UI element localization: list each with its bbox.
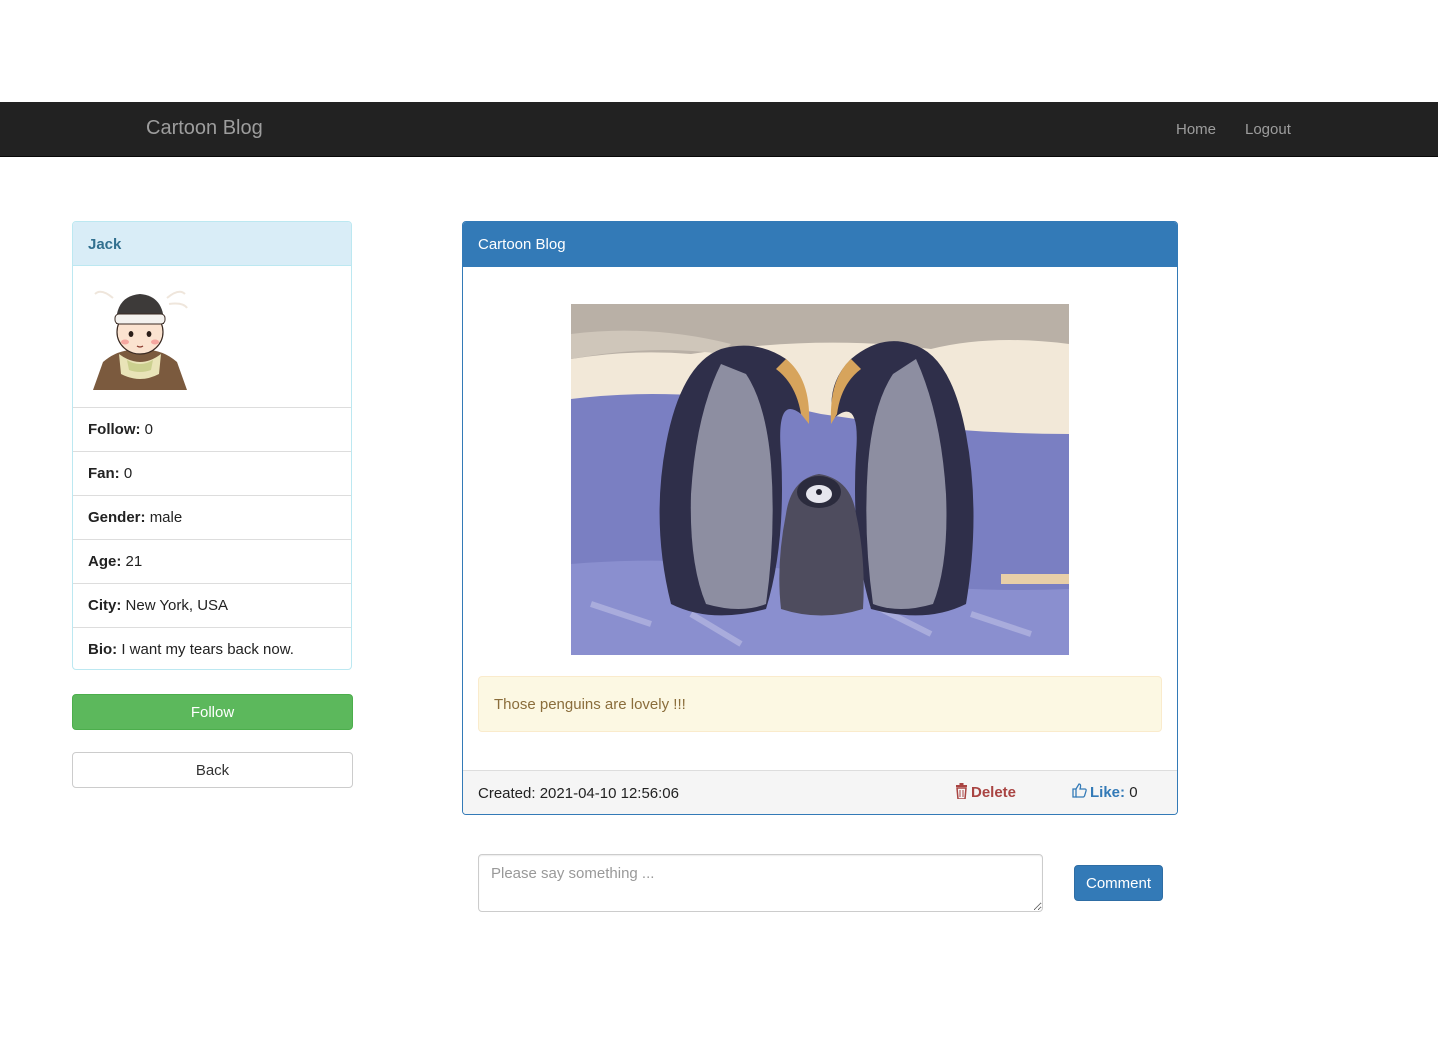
comment-input[interactable] <box>478 854 1043 912</box>
navbar-brand[interactable]: Cartoon Blog <box>146 117 263 140</box>
delete-button[interactable]: Delete <box>955 783 1016 801</box>
follow-button[interactable]: Follow <box>72 694 353 730</box>
trash-icon <box>956 783 967 800</box>
field-value: 0 <box>123 465 133 482</box>
avatar <box>93 290 188 390</box>
profile-panel: Jack Follow: 0 Fan: 0 Gender: male Age: … <box>72 221 352 670</box>
nav-logout-link[interactable]: Logout <box>1245 121 1291 138</box>
like-button[interactable]: Like: 0 <box>1072 783 1138 801</box>
post-text: Those penguins are lovely !!! <box>478 676 1162 732</box>
post-footer: Created: 2021-04-10 12:56:06 Delete Like… <box>463 770 1177 814</box>
profile-city-row: City: New York, USA <box>73 584 351 628</box>
profile-age-row: Age: 21 <box>73 540 351 584</box>
profile-follow-row: Follow: 0 <box>73 408 351 452</box>
field-label: Fan: <box>88 465 120 482</box>
field-value: 21 <box>125 553 143 570</box>
post-title: Cartoon Blog <box>463 222 1177 267</box>
field-label: City: <box>88 597 122 614</box>
thumbs-up-icon <box>1072 783 1087 798</box>
back-button[interactable]: Back <box>72 752 353 788</box>
field-label: Gender: <box>88 509 146 526</box>
field-value: male <box>149 509 183 526</box>
post-panel: Cartoon Blog Those penguins are lovely !… <box>462 221 1178 815</box>
comment-button[interactable]: Comment <box>1074 865 1163 901</box>
profile-gender-row: Gender: male <box>73 496 351 540</box>
delete-label: Delete <box>971 784 1017 801</box>
field-value: New York, USA <box>125 597 229 614</box>
field-value: 0 <box>144 421 154 438</box>
field-value: I want my tears back now. <box>121 641 294 658</box>
like-count: 0 <box>1129 784 1138 801</box>
field-label: Age: <box>88 553 122 570</box>
field-label: Bio: <box>88 641 118 658</box>
profile-fan-row: Fan: 0 <box>73 452 351 496</box>
nav-home-link[interactable]: Home <box>1176 121 1216 138</box>
post-created-date: Created: 2021-04-10 12:56:06 <box>478 785 679 802</box>
field-label: Follow: <box>88 421 141 438</box>
navbar: Cartoon Blog Home Logout <box>0 102 1438 157</box>
avatar-row <box>73 266 351 408</box>
like-label: Like: <box>1090 784 1126 801</box>
profile-bio-row: Bio: I want my tears back now. <box>73 628 351 669</box>
profile-name: Jack <box>73 222 351 266</box>
penguins-image <box>571 304 1069 655</box>
